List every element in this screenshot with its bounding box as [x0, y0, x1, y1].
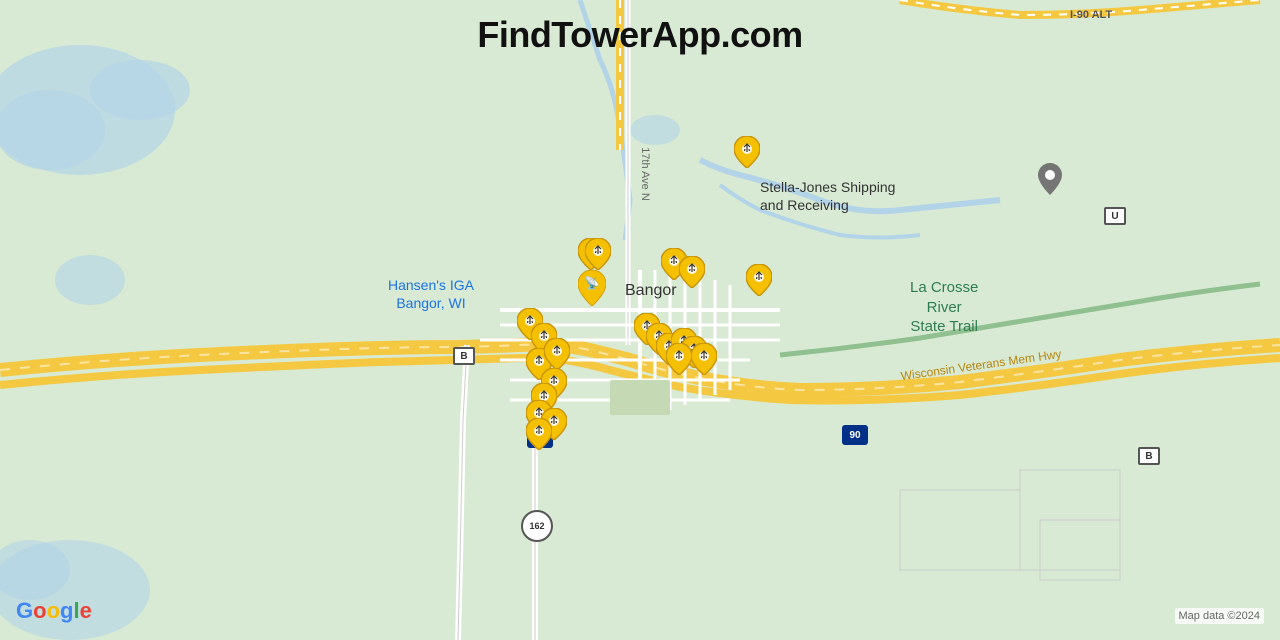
shield-b-2: B [1138, 447, 1160, 465]
tower-pin-14[interactable] [526, 418, 554, 450]
tower-pin-1[interactable] [585, 238, 613, 270]
tower-pin-3[interactable] [679, 256, 707, 288]
shield-i90-1: 90 [842, 425, 868, 445]
app-title: FindTowerApp.com [477, 14, 802, 56]
shield-b-1: B [453, 347, 475, 365]
tower-pin-21[interactable] [691, 343, 719, 375]
tower-pin[interactable]: 📡 [578, 270, 606, 302]
tower-pin-9[interactable] [544, 338, 572, 370]
google-logo: Google [16, 598, 92, 624]
tower-pin-20[interactable] [666, 343, 694, 375]
place-pin[interactable] [1038, 163, 1062, 200]
svg-text:📡: 📡 [585, 275, 600, 290]
shield-u: U [1104, 207, 1126, 225]
tower-pin-5[interactable] [734, 136, 762, 168]
map-attribution: Map data ©2024 [1175, 608, 1265, 624]
map-container: I-90 ALT FindTowerApp.com Bangor Hansen'… [0, 0, 1280, 640]
tower-pin-4[interactable] [746, 264, 774, 296]
svg-text:I-90 ALT: I-90 ALT [1070, 9, 1112, 21]
shield-162: 162 [521, 510, 553, 542]
